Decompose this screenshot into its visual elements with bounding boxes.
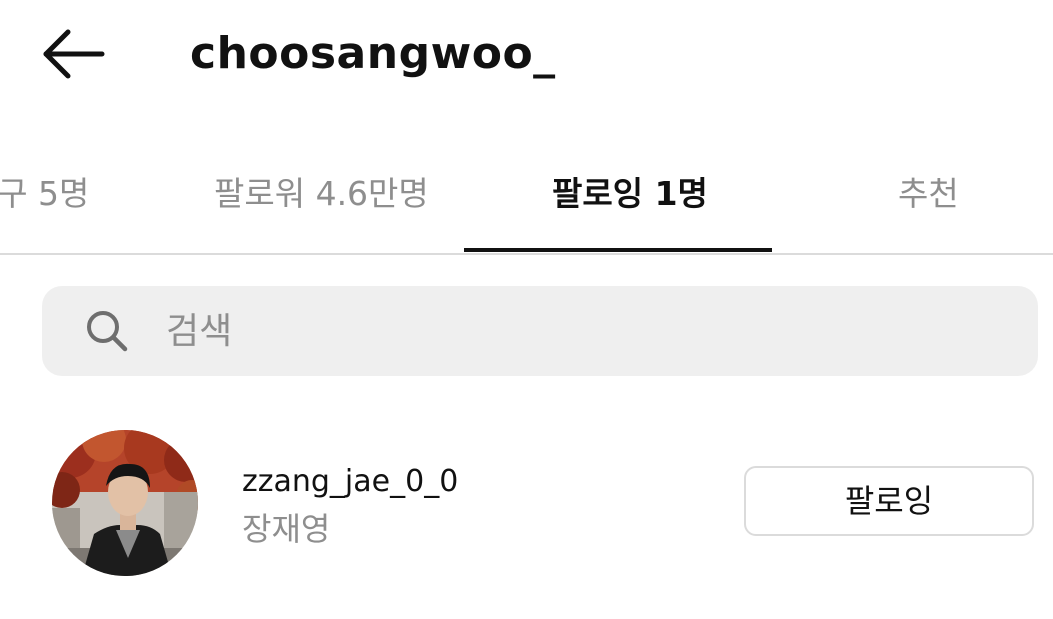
user-username[interactable]: zzang_jae_0_0 [242,462,458,502]
tab-followers[interactable]: 팔로워 4.6만명 [214,164,429,224]
back-button[interactable] [34,22,114,86]
following-button[interactable]: 팔로잉 [744,466,1034,536]
active-tab-indicator [464,248,772,252]
tab-bar: 는 친구 5명 팔로워 4.6만명 팔로잉 1명 추천 [0,140,1053,254]
arrow-left-icon [43,29,105,79]
user-full-name: 장재영 [242,510,331,548]
tab-mutual-friends[interactable]: 는 친구 5명 [0,164,89,224]
tab-following[interactable]: 팔로잉 1명 [552,164,708,224]
header: choosangwoo_ [0,0,1053,112]
tab-divider [0,253,1053,255]
tab-suggested[interactable]: 추천 [898,164,959,224]
profile-photo [52,430,198,576]
profile-username-title: choosangwoo_ [190,28,556,79]
following-screen: choosangwoo_ 는 친구 5명 팔로워 4.6만명 팔로잉 1명 추천 [0,0,1053,619]
avatar[interactable] [52,430,198,576]
search-icon [87,311,128,352]
search-input[interactable] [166,300,986,362]
